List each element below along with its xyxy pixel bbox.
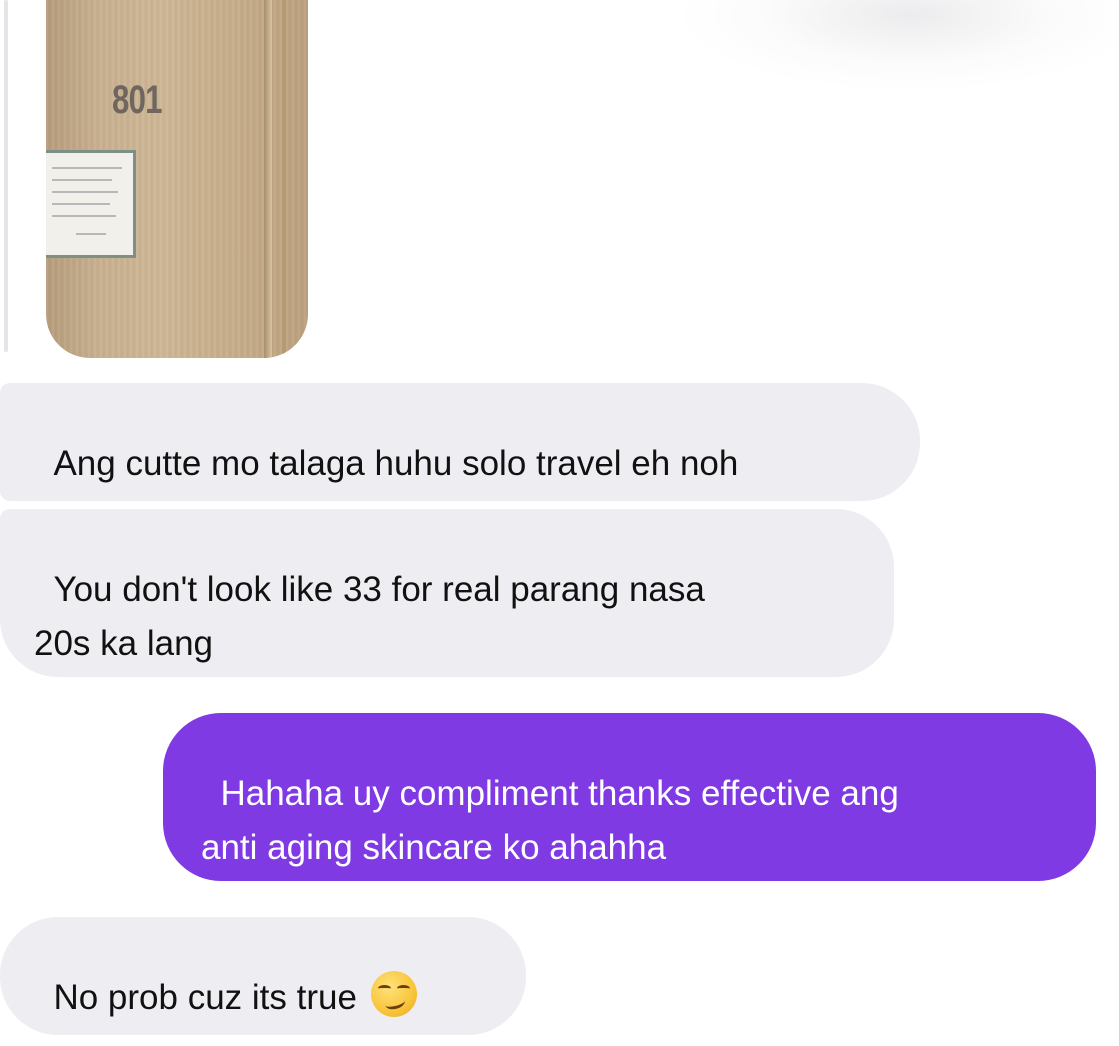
smirking-face-emoji-icon (370, 971, 417, 1017)
door-frame-edge (264, 0, 272, 358)
message-bubble-outgoing[interactable]: Hahaha uy compliment thanks effective an… (163, 713, 1096, 881)
story-reply-thumbnail[interactable]: 801 (46, 0, 308, 358)
message-text: Ang cutte mo talaga huhu solo travel eh … (53, 444, 739, 483)
door-frame-line (282, 0, 286, 358)
room-number-plate: 801 (112, 78, 163, 122)
message-bubble-incoming[interactable]: Ang cutte mo talaga huhu solo travel eh … (0, 383, 920, 501)
reply-indicator-line (4, 0, 8, 352)
message-text: Hahaha uy compliment thanks effective an… (201, 774, 899, 867)
message-text: You don't look like 33 for real parang n… (34, 570, 705, 663)
message-text: No prob cuz its true (53, 978, 357, 1017)
door-notice-sign (46, 150, 136, 258)
message-bubble-incoming[interactable]: No prob cuz its true (0, 917, 526, 1035)
background-blur (680, 0, 1119, 90)
message-bubble-incoming[interactable]: You don't look like 33 for real parang n… (0, 509, 894, 677)
